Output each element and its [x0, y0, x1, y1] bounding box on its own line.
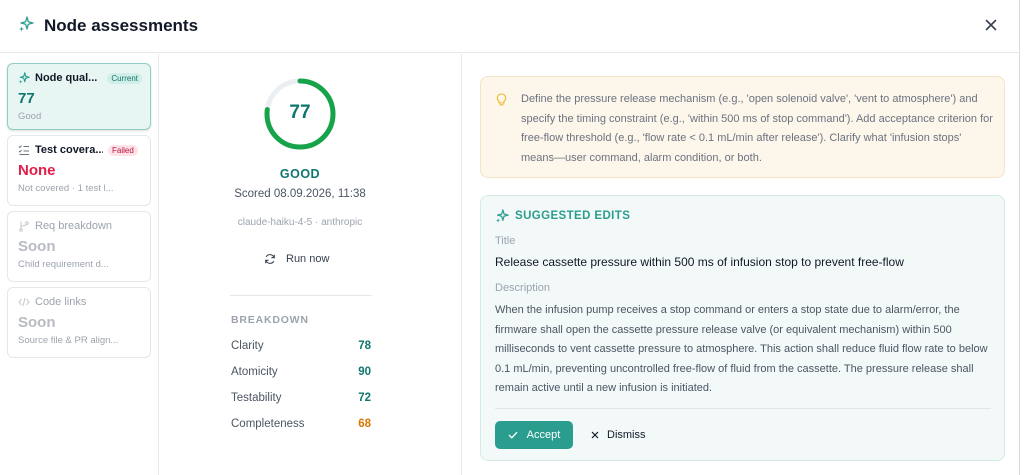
nav-card-name: Test covera... [35, 144, 103, 156]
breakdown-row-atomicity: Atomicity 90 [231, 366, 371, 378]
dismiss-button[interactable]: Dismiss [591, 421, 646, 449]
nav-card-node-quality[interactable]: Node qual... Current 77 Good [7, 63, 151, 130]
current-badge: Current [107, 72, 142, 84]
detail-panel: Define the pressure release mechanism (e… [463, 54, 1020, 475]
nav-card-name: Node qual... [35, 72, 98, 84]
breakdown-label: Completeness [231, 418, 305, 430]
checklist-icon [18, 144, 30, 156]
failed-badge: Failed [108, 144, 138, 156]
breakdown-row-clarity: Clarity 78 [231, 340, 371, 352]
accept-button[interactable]: Accept [495, 421, 573, 449]
nav-card-sub: Good [18, 111, 42, 122]
breakdown-label: Atomicity [231, 366, 278, 378]
divider [230, 295, 372, 296]
sparkle-icon [495, 209, 509, 223]
score-value: 77 [289, 102, 311, 123]
nav-card-name: Req breakdown [35, 220, 113, 232]
hint-text: Define the pressure release mechanism (e… [521, 93, 993, 164]
dismiss-label: Dismiss [607, 429, 646, 441]
nav-card-test-coverage[interactable]: Test covera... Failed None Not covered ·… [7, 135, 151, 206]
run-now-button[interactable]: Run now [264, 253, 329, 265]
nav-card-req-breakdown[interactable]: Req breakdown Soon Child requirement d..… [7, 211, 151, 282]
description-label: Description [495, 282, 551, 294]
close-button[interactable] [979, 13, 1003, 37]
lightbulb-icon [496, 93, 507, 112]
score-verdict: GOOD [279, 167, 321, 181]
suggested-edits-title: SUGGESTED EDITS [515, 210, 631, 222]
accept-label: Accept [526, 429, 561, 441]
divider [495, 408, 991, 409]
run-now-label: Run now [286, 253, 330, 265]
nav-card-sub: Not covered · 1 test l... [18, 183, 114, 194]
nav-card-sub: Child requirement d... [18, 259, 109, 270]
sparkle-icon [18, 15, 34, 37]
model-label: claude-haiku-4-5 · anthropic [237, 217, 363, 228]
check-icon [508, 431, 518, 439]
refresh-icon [265, 254, 275, 264]
breakdown-row-testability: Testability 72 [231, 392, 371, 404]
close-icon [591, 431, 599, 439]
nav-card-sub: Source file & PR align... [18, 335, 119, 346]
branch-icon [18, 220, 30, 232]
breakdown-value: 78 [358, 340, 371, 352]
suggested-title: Release cassette pressure within 500 ms … [495, 255, 904, 269]
nav-card-score: 77 [18, 90, 35, 107]
sparkle-icon [18, 72, 30, 84]
suggested-edits-card: SUGGESTED EDITS Title Release cassette p… [480, 195, 1005, 461]
score-panel: 77 GOOD Scored 08.09.2026, 11:38 claude-… [160, 54, 462, 475]
nav-card-score: Soon [18, 238, 56, 255]
nav-card-name: Code links [35, 296, 87, 308]
modal-title: Node assessments [44, 16, 199, 35]
breakdown-value: 90 [358, 366, 371, 378]
nav-card-code-links[interactable]: Code links Soon Source file & PR align..… [7, 287, 151, 358]
breakdown-title: BREAKDOWN [231, 314, 309, 326]
title-label: Title [495, 235, 516, 247]
suggested-edits-heading: SUGGESTED EDITS [495, 209, 630, 223]
assessments-modal: Node assessments Node qual... Current 77… [0, 0, 1020, 475]
assessment-nav: Node qual... Current 77 Good Test covera… [0, 54, 159, 475]
breakdown-label: Testability [231, 392, 282, 404]
breakdown-row-completeness: Completeness 68 [231, 418, 371, 430]
nav-card-score: Soon [18, 314, 56, 331]
code-icon [18, 296, 30, 308]
modal-header: Node assessments [0, 0, 1019, 53]
nav-card-score: None [18, 162, 56, 179]
hint-box: Define the pressure release mechanism (e… [480, 76, 1005, 178]
scored-timestamp: Scored 08.09.2026, 11:38 [234, 188, 366, 200]
breakdown-label: Clarity [231, 340, 264, 352]
breakdown-value: 68 [358, 418, 371, 430]
close-icon [985, 19, 997, 31]
suggested-description: When the infusion pump receives a stop c… [495, 304, 988, 395]
breakdown-value: 72 [358, 392, 371, 404]
